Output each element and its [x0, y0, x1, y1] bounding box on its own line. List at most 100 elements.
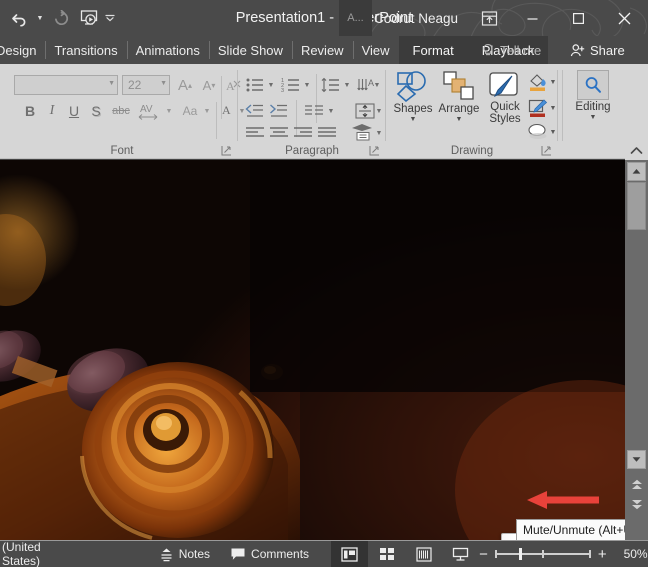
- tab-slide-show[interactable]: Slide Show: [208, 36, 292, 64]
- align-right-icon: [294, 127, 312, 137]
- scrollbar-thumb[interactable]: [627, 182, 646, 230]
- tell-me-box[interactable]: Tell me: [481, 36, 541, 64]
- shape-fill-button[interactable]: [526, 72, 550, 92]
- increase-font-size-button[interactable]: A ▴: [174, 74, 196, 96]
- slide-show-icon: [452, 547, 469, 561]
- zoom-slider-thumb[interactable]: [518, 548, 522, 560]
- clear-formatting-icon: A: [226, 79, 240, 93]
- slide-sorter-view-button[interactable]: [368, 541, 405, 567]
- account-chip[interactable]: A...: [339, 0, 372, 36]
- smartart-dropdown[interactable]: ▼: [374, 124, 384, 142]
- paragraph-dialog-launcher[interactable]: [369, 145, 380, 156]
- bold-button[interactable]: B: [20, 100, 40, 122]
- powerpoint-window: ▼ Presentation1 - PowerPoint A... Codrut…: [0, 0, 648, 567]
- font-dialog-launcher[interactable]: [221, 145, 232, 156]
- zoom-percentage[interactable]: 50%: [614, 547, 648, 561]
- columns-button[interactable]: [302, 100, 326, 122]
- align-left-button[interactable]: [244, 124, 266, 142]
- dialog-launcher-icon: [369, 146, 379, 156]
- shapes-button[interactable]: Shapes ▼: [390, 70, 436, 138]
- close-button[interactable]: [602, 0, 647, 36]
- convert-to-smartart-button[interactable]: [348, 122, 376, 142]
- strikethrough-button[interactable]: abc: [108, 100, 134, 122]
- line-spacing-dropdown[interactable]: ▼: [342, 74, 352, 96]
- language-indicator[interactable]: (United States): [0, 540, 41, 567]
- maximize-icon: [573, 12, 585, 24]
- align-text-dropdown[interactable]: ▼: [374, 100, 384, 122]
- scroll-down-button[interactable]: [627, 450, 646, 469]
- share-person-icon: [570, 43, 585, 56]
- ribbon-display-options-button[interactable]: [472, 5, 506, 31]
- account-name[interactable]: Codrut Neagu: [374, 0, 458, 36]
- reading-view-button[interactable]: [405, 541, 442, 567]
- normal-view-button[interactable]: [331, 540, 369, 567]
- align-center-button[interactable]: [268, 124, 290, 142]
- quick-styles-button[interactable]: Quick Styles: [480, 70, 530, 138]
- change-case-dropdown[interactable]: ▼: [202, 100, 212, 122]
- customize-quick-access-toolbar-button[interactable]: [104, 5, 116, 31]
- shape-outline-button[interactable]: [526, 98, 550, 118]
- tab-design[interactable]: Design: [0, 36, 45, 64]
- tab-view[interactable]: View: [352, 36, 399, 64]
- maximize-button[interactable]: [556, 0, 601, 36]
- vertical-scrollbar[interactable]: [625, 160, 648, 540]
- decrease-indent-button[interactable]: [244, 100, 266, 122]
- minimize-button[interactable]: [510, 0, 555, 36]
- slide-canvas[interactable]: Digital Citizen Music: [0, 160, 625, 540]
- minimize-icon: [527, 17, 538, 20]
- start-from-beginning-button[interactable]: [76, 5, 102, 31]
- text-direction-dropdown[interactable]: ▼: [372, 74, 382, 96]
- bullets-dropdown[interactable]: ▼: [266, 74, 276, 96]
- numbering-dropdown[interactable]: ▼: [302, 74, 312, 96]
- smartart-icon: [352, 124, 372, 141]
- undo-button[interactable]: [6, 5, 32, 31]
- previous-slide-button[interactable]: [627, 476, 646, 493]
- editing-button[interactable]: Editing ▼: [570, 70, 616, 138]
- ribbon-group-drawing: Shapes ▼ Arrange ▼ Quick Styles ▼ ▼ ▼ Dr…: [388, 64, 558, 159]
- tab-animations[interactable]: Animations: [126, 36, 209, 64]
- svg-text:AV: AV: [140, 104, 153, 115]
- columns-dropdown[interactable]: ▼: [326, 100, 336, 122]
- comments-button[interactable]: Comments: [220, 541, 319, 567]
- chevron-down-icon: ▼: [409, 116, 417, 123]
- tab-review[interactable]: Review: [291, 36, 353, 64]
- shape-effects-icon: [528, 123, 547, 139]
- decrease-font-size-button[interactable]: A ▾: [198, 74, 220, 96]
- ribbon-scroll-up[interactable]: [625, 141, 648, 160]
- zoom-in-button[interactable]: +: [598, 546, 607, 563]
- tab-format[interactable]: Format: [398, 36, 468, 64]
- drawing-dialog-launcher[interactable]: [541, 145, 552, 156]
- character-spacing-button[interactable]: AV: [134, 100, 164, 122]
- zoom-control: − + 50%: [479, 546, 648, 563]
- slide-show-view-button[interactable]: [442, 541, 479, 567]
- justify-button[interactable]: [316, 124, 338, 142]
- zoom-slider[interactable]: [494, 547, 591, 561]
- arrange-button[interactable]: Arrange ▼: [436, 70, 482, 138]
- line-spacing-button[interactable]: [320, 74, 342, 96]
- next-slide-button[interactable]: [627, 496, 646, 513]
- font-color-button[interactable]: A: [219, 100, 237, 122]
- underline-button[interactable]: U: [64, 100, 84, 122]
- font-size-input[interactable]: 22 ▼: [122, 75, 170, 95]
- shape-effects-button[interactable]: [526, 122, 550, 142]
- search-icon: [585, 77, 601, 93]
- scroll-up-button[interactable]: [627, 162, 646, 181]
- redo-button[interactable]: [48, 5, 74, 31]
- redo-icon: [54, 9, 68, 25]
- zoom-out-button[interactable]: −: [479, 546, 488, 563]
- undo-dropdown-button[interactable]: ▼: [34, 5, 46, 31]
- font-name-input[interactable]: ▼: [14, 75, 118, 95]
- numbering-button[interactable]: 123: [280, 74, 302, 96]
- text-shadow-button[interactable]: S: [86, 100, 106, 122]
- shape-fill-icon: [530, 74, 546, 91]
- change-case-button[interactable]: Aa: [178, 100, 202, 122]
- italic-button[interactable]: I: [42, 100, 62, 122]
- align-right-button[interactable]: [292, 124, 314, 142]
- character-spacing-dropdown[interactable]: ▼: [164, 100, 174, 122]
- increase-indent-button[interactable]: [268, 100, 290, 122]
- notes-button[interactable]: Notes: [149, 541, 220, 567]
- share-button[interactable]: Share: [570, 36, 625, 64]
- chevron-down-icon: [105, 14, 115, 22]
- tab-transitions[interactable]: Transitions: [45, 36, 126, 64]
- bullets-button[interactable]: [244, 74, 266, 96]
